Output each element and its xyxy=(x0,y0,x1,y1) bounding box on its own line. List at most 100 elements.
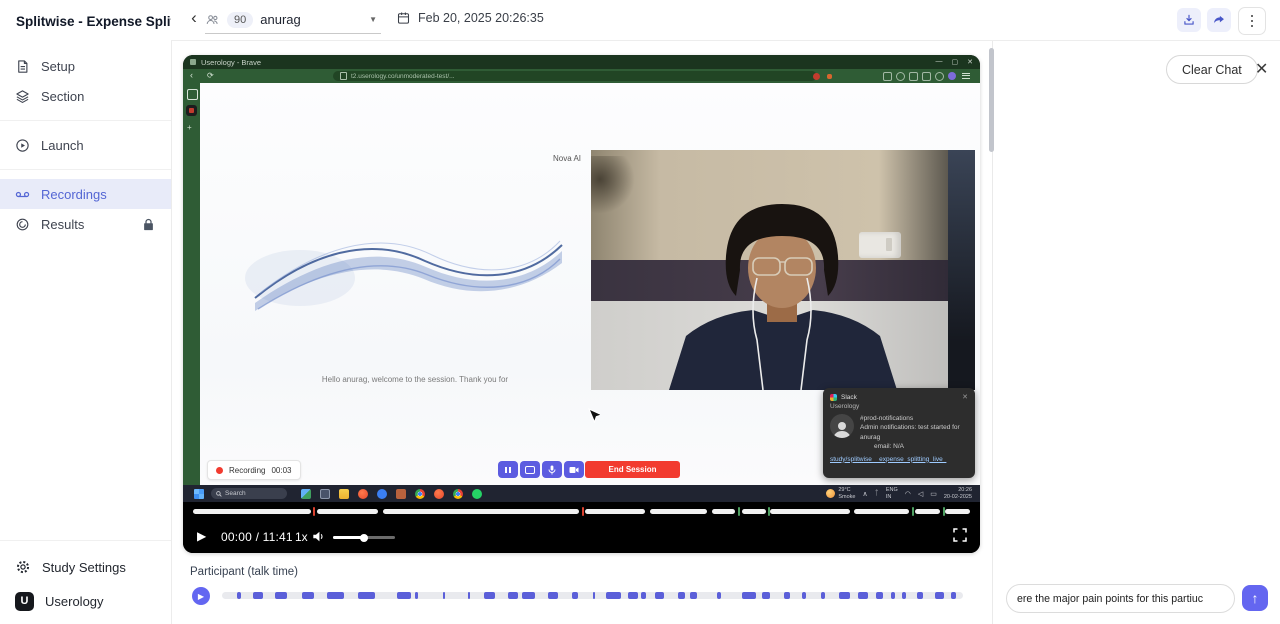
seek-segment[interactable] xyxy=(945,509,970,514)
tray-chevron-icon[interactable]: ∧ xyxy=(862,490,867,498)
sidebar-item-section[interactable]: Section xyxy=(0,81,171,111)
url-bar[interactable]: t2.userology.co/unmoderated-test/... xyxy=(333,71,817,81)
end-session-button[interactable]: End Session xyxy=(585,461,680,478)
battery-icon[interactable]: ▭ xyxy=(930,490,937,498)
seek-segment[interactable] xyxy=(854,509,909,514)
browser-sidebar-icon[interactable] xyxy=(909,72,918,81)
participant-select[interactable]: 90 anurag ▼ xyxy=(205,6,381,34)
seek-segment[interactable] xyxy=(742,509,766,514)
browser-menu-icon[interactable] xyxy=(962,73,970,79)
maximize-icon[interactable]: ▢ xyxy=(952,58,959,66)
talk-segment xyxy=(443,592,445,599)
seek-segment[interactable] xyxy=(317,509,378,514)
new-tab-icon[interactable]: + xyxy=(187,123,192,132)
slack-notification[interactable]: Slack ✕ Userology #prod-notifications Ad… xyxy=(823,388,975,478)
minimize-icon[interactable]: — xyxy=(936,58,943,66)
window-icon[interactable] xyxy=(320,489,330,499)
download-button[interactable] xyxy=(1177,8,1201,32)
close-icon[interactable]: ✕ xyxy=(1255,59,1268,79)
extension-icon[interactable] xyxy=(827,74,832,79)
taskbar-search[interactable]: Search xyxy=(211,488,287,499)
blueapp-icon[interactable] xyxy=(377,489,387,499)
seek-marker[interactable] xyxy=(912,507,914,516)
notification-link[interactable]: study/splitwise__expense_splitting_live_ xyxy=(823,452,975,463)
chat-input[interactable] xyxy=(1006,584,1235,613)
seek-marker[interactable] xyxy=(313,507,315,516)
seek-bar[interactable] xyxy=(193,509,970,514)
talk-segment xyxy=(839,592,851,599)
browser-window-title: Userology - Brave xyxy=(201,58,261,67)
whatsapp-icon[interactable] xyxy=(472,489,482,499)
camera-button[interactable] xyxy=(564,461,584,478)
sidebar-item-label: Recordings xyxy=(41,187,107,202)
seek-marker[interactable] xyxy=(943,507,945,516)
sidebar-item-recordings[interactable]: Recordings xyxy=(0,179,171,209)
folder-icon[interactable] xyxy=(339,489,349,499)
fullscreen-icon[interactable] xyxy=(953,528,967,542)
back-button[interactable]: ‹ xyxy=(186,8,202,28)
browser-vpn-icon[interactable] xyxy=(935,72,944,81)
talk-bar[interactable] xyxy=(222,592,963,599)
more-menu-button[interactable] xyxy=(1238,7,1266,35)
chrome-icon[interactable] xyxy=(415,489,425,499)
chat-send-button[interactable]: ↑ xyxy=(1242,585,1268,611)
seek-marker[interactable] xyxy=(582,507,584,516)
seek-segment[interactable] xyxy=(193,509,311,514)
seek-segment[interactable] xyxy=(712,509,735,514)
clear-chat-button[interactable]: Clear Chat xyxy=(1166,55,1258,84)
sidebar-item-setup[interactable]: Setup xyxy=(0,51,171,81)
browser-panel-icon[interactable] xyxy=(883,72,892,81)
tab-icon[interactable] xyxy=(187,89,198,100)
talk-segment xyxy=(762,592,770,599)
play-button[interactable]: ▶ xyxy=(197,529,206,543)
brave-icon[interactable] xyxy=(434,489,444,499)
share-button[interactable] xyxy=(1207,8,1231,32)
scrollbar-thumb[interactable] xyxy=(989,48,994,152)
extension-icon[interactable] xyxy=(813,73,820,80)
browser-wallet-icon[interactable] xyxy=(922,72,931,81)
volume-knob[interactable] xyxy=(360,534,368,542)
browser-back-icon[interactable]: ‹ xyxy=(190,70,193,80)
seek-segment[interactable] xyxy=(770,509,849,514)
search-icon xyxy=(216,491,222,497)
notification-close-icon[interactable]: ✕ xyxy=(962,393,968,401)
speaker-icon[interactable] xyxy=(312,530,326,543)
volume-slider[interactable] xyxy=(333,536,395,539)
microphone-button[interactable] xyxy=(542,461,562,478)
browser-reload-icon[interactable]: ⟳ xyxy=(207,71,214,80)
tray-mic-icon[interactable]: ᛏ xyxy=(875,490,879,497)
marketing-icon[interactable] xyxy=(396,489,406,499)
wifi-icon[interactable]: ◠ xyxy=(905,490,911,498)
weather-widget[interactable]: 29°C Smoke xyxy=(826,487,855,500)
sidebar-item-launch[interactable]: Launch xyxy=(0,130,171,160)
language-indicator[interactable]: ENG IN xyxy=(886,487,898,500)
brand-userology[interactable]: U Userology xyxy=(0,584,171,618)
seek-segment[interactable] xyxy=(585,509,646,514)
volume-icon[interactable]: ◁ xyxy=(918,490,923,498)
chrome-icon[interactable] xyxy=(453,489,463,499)
notification-channel: #prod-notifications xyxy=(860,414,960,423)
brave-icon[interactable] xyxy=(358,489,368,499)
seek-marker[interactable] xyxy=(738,507,740,516)
browser-media-icon[interactable] xyxy=(896,72,905,81)
pause-session-button[interactable] xyxy=(498,461,518,478)
talk-segment xyxy=(902,592,906,599)
photos-icon[interactable] xyxy=(301,489,311,499)
playback-speed[interactable]: 1x xyxy=(295,530,308,544)
seek-segment[interactable] xyxy=(915,509,941,514)
seek-segment[interactable] xyxy=(650,509,707,514)
browser-profile-avatar[interactable] xyxy=(948,72,956,80)
start-button-icon[interactable] xyxy=(194,489,204,499)
talk-segment xyxy=(917,592,923,599)
study-settings-button[interactable]: Study Settings xyxy=(0,550,171,584)
close-window-icon[interactable]: ✕ xyxy=(967,58,973,66)
talk-time-play-button[interactable]: ▶ xyxy=(192,587,210,605)
seek-segment[interactable] xyxy=(383,509,579,514)
taskbar-clock[interactable]: 20:26 20-02-2025 xyxy=(944,487,972,500)
mouse-cursor xyxy=(588,408,600,426)
seek-marker[interactable] xyxy=(768,507,770,516)
active-tab-icon[interactable] xyxy=(186,105,197,116)
captions-button[interactable] xyxy=(520,461,540,478)
sidebar-item-results[interactable]: Results xyxy=(0,209,171,239)
talk-segment xyxy=(858,592,868,599)
